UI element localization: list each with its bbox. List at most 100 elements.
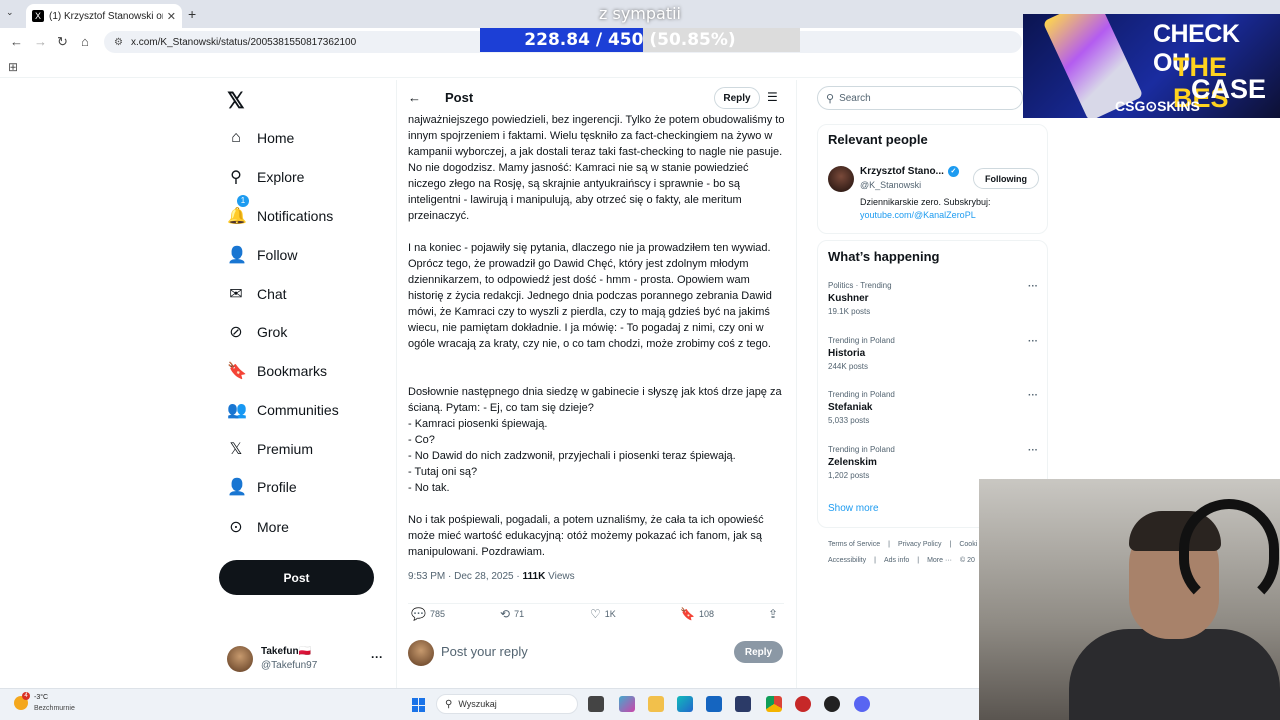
sidebar-item-chat[interactable]: ✉ Chat — [227, 279, 286, 309]
tab-search-icon[interactable]: ⌄ — [6, 7, 14, 18]
copilot-icon[interactable] — [619, 696, 635, 712]
grok-icon: ⊘ — [229, 324, 243, 341]
person-bio-link[interactable]: youtube.com/@KanalZeroPL — [860, 209, 991, 222]
sidebar-item-label: Communities — [257, 402, 339, 418]
new-tab-icon[interactable]: + — [188, 6, 196, 22]
trend-posts: 19.1K posts — [828, 307, 871, 316]
taskview-icon[interactable] — [588, 696, 604, 712]
account-switcher[interactable]: Takefun🇵🇱 @Takefun97 ··· — [227, 644, 387, 674]
reply-filter-button[interactable]: Reply — [714, 87, 760, 109]
sidebar-item-home[interactable]: ⌂ Home — [227, 123, 294, 153]
trend-posts: 244K posts — [828, 362, 869, 371]
communities-icon: 👥 — [227, 402, 247, 419]
tab-title: (1) Krzysztof Stanowski on X: " — [49, 10, 163, 22]
sidebar-item-more[interactable]: ⊙ More — [227, 512, 289, 542]
reply-input[interactable]: Post your reply — [441, 644, 528, 659]
reply-count: 785 — [429, 609, 445, 619]
app-red-icon[interactable] — [795, 696, 811, 712]
avatar[interactable] — [828, 166, 854, 192]
repost-action[interactable]: ⟲ 71 — [500, 607, 524, 621]
account-name: Takefun — [261, 646, 299, 657]
sidebar-item-follow[interactable]: 👤 Follow — [227, 240, 297, 270]
forward-icon[interactable]: → — [34, 34, 47, 49]
sidebar-item-communities[interactable]: 👥 Communities — [227, 395, 339, 425]
trend-name: Kushner — [828, 293, 869, 304]
trend-more-icon[interactable]: ··· — [1028, 336, 1038, 347]
share-action[interactable]: ⇪ — [768, 607, 782, 621]
footer-link[interactable]: Cooki — [959, 541, 977, 548]
apps-grid-icon[interactable]: ⊞ — [8, 60, 18, 74]
whats-happening-title: What’s happening — [828, 249, 940, 264]
bookmark-action[interactable]: 🔖 108 — [680, 607, 714, 621]
reload-icon[interactable]: ↻ — [57, 34, 68, 50]
footer-link[interactable]: Terms of Service — [828, 541, 880, 548]
following-button[interactable]: Following — [973, 168, 1039, 189]
post-paragraph-1: najważniejszego powiedzieli, bez ingeren… — [408, 114, 785, 222]
trend-context: Politics · Trending — [828, 281, 892, 290]
trend-more-icon[interactable]: ··· — [1028, 390, 1038, 401]
sidebar-item-bookmarks[interactable]: 🔖 Bookmarks — [227, 356, 327, 386]
trend-item[interactable]: Politics · Trending Kushner 19.1K posts ··· — [828, 281, 1038, 316]
person-icon: 👤 — [227, 479, 247, 496]
person-name[interactable]: Krzysztof Stano... ✓ — [860, 166, 959, 177]
progress-text: 228.84 / 450 (50.85%) — [524, 30, 736, 50]
footer-link[interactable]: Privacy Policy — [898, 541, 942, 548]
more-options-icon[interactable]: ··· — [371, 650, 383, 664]
post-timestamp[interactable]: 9:53 PM · Dec 28, 2025 · 111K Views — [408, 571, 575, 582]
outlook-icon[interactable] — [706, 696, 722, 712]
footer-link[interactable]: © 20 — [960, 557, 975, 564]
person-handle: @K_Stanowski — [860, 180, 922, 190]
footer-link[interactable]: More ··· — [927, 557, 952, 564]
close-tab-icon[interactable]: ✕ — [167, 10, 176, 23]
ad-logo: CSG⊙SKINS — [1115, 98, 1200, 114]
store-icon[interactable] — [735, 696, 751, 712]
add-person-icon: 👤 — [227, 247, 247, 264]
sponsor-ad: CHECK OU THE BES CASE CSG⊙SKINS — [1023, 14, 1280, 118]
page-title: Post — [445, 90, 474, 105]
app-dark-icon[interactable] — [824, 696, 840, 712]
reply-action[interactable]: 💬 785 — [411, 607, 445, 621]
sidebar-item-profile[interactable]: 👤 Profile — [227, 472, 297, 502]
tune-icon[interactable]: ☰ — [767, 90, 778, 104]
reply-button[interactable]: Reply — [734, 641, 783, 663]
poland-flag-icon: 🇵🇱 — [298, 646, 312, 657]
discord-icon[interactable] — [854, 696, 870, 712]
sidebar-item-label: Home — [257, 130, 295, 146]
trend-item[interactable]: Trending in Poland Stefaniak 5,033 posts ··… — [828, 390, 1038, 425]
windows-start-icon[interactable] — [412, 698, 426, 712]
trend-more-icon[interactable]: ··· — [1028, 445, 1038, 456]
x-logo-icon[interactable]: 𝕏 — [227, 88, 245, 114]
taskbar-search[interactable]: ⚲ Wyszukaj — [436, 694, 578, 714]
post-paragraph-2: I na koniec - pojawiły się pytania, dlac… — [408, 242, 772, 350]
footer-link[interactable]: Accessibility — [828, 557, 866, 564]
sidebar-item-premium[interactable]: 𝕏 Premium — [227, 434, 313, 464]
back-arrow-icon[interactable]: ← — [408, 90, 421, 105]
like-count: 1K — [604, 609, 616, 619]
repost-count: 71 — [514, 609, 525, 619]
trend-name: Stefaniak — [828, 402, 873, 413]
stream-overlay-label: z sympatii — [599, 4, 681, 23]
like-action[interactable]: ♡ 1K — [590, 607, 616, 621]
trend-more-icon[interactable]: ··· — [1028, 281, 1038, 292]
post-button[interactable]: Post — [219, 560, 374, 595]
browser-tab[interactable]: X (1) Krzysztof Stanowski on X: " ✕ — [26, 4, 182, 28]
sidebar-item-notifications[interactable]: 🔔 1 Notifications — [227, 195, 333, 231]
post-paragraph-4: No i tak pośpiewali, pogadali, a potem u… — [408, 514, 764, 558]
home-browser-icon[interactable]: ⌂ — [81, 34, 89, 49]
sidebar-item-label: More — [257, 519, 289, 535]
trend-item[interactable]: Trending in Poland Historia 244K posts ··· — [828, 336, 1038, 371]
weather-widget[interactable]: 4 -3°C Bezchmurnie — [14, 692, 94, 716]
url-text: x.com/K_Stanowski/status/200538155081736… — [130, 36, 357, 48]
site-info-icon[interactable]: ⚙ — [114, 37, 123, 48]
sidebar-item-explore[interactable]: ⚲ Explore — [227, 162, 304, 192]
chrome-icon[interactable] — [766, 696, 782, 712]
edge-icon[interactable] — [677, 696, 693, 712]
reply-composer: Post your reply Reply — [408, 638, 784, 668]
search-input[interactable]: ⚲ Search — [817, 86, 1023, 110]
sidebar-item-grok[interactable]: ⊘ Grok — [227, 317, 287, 347]
show-more-link[interactable]: Show more — [828, 503, 879, 514]
back-icon[interactable]: ← — [10, 34, 23, 49]
trend-item[interactable]: Trending in Poland Zelenskim 1,202 posts ··… — [828, 445, 1038, 480]
footer-link[interactable]: Ads info — [884, 557, 909, 564]
file-explorer-icon[interactable] — [648, 696, 664, 712]
